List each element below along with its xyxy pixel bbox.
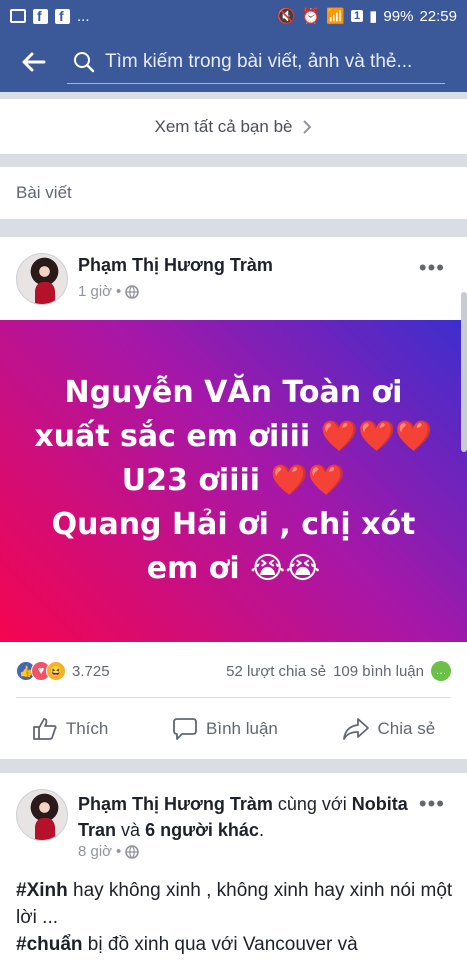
like-button[interactable]: Thích (32, 717, 109, 741)
post-stats: 👍 ♥ 😆 3.725 52 lượt chia sẻ 109 bình luậ… (0, 652, 467, 690)
more-notifications-icon: ... (77, 7, 90, 25)
post-author[interactable]: Phạm Thị Hương Tràm (78, 255, 273, 276)
search-icon (74, 51, 95, 72)
back-arrow-icon (22, 52, 45, 72)
haha-reaction-icon: 😆 (46, 661, 66, 681)
globe-icon (125, 844, 140, 859)
alarm-icon: ⏰ (301, 8, 321, 25)
facebook-notification-icon (33, 8, 48, 24)
comment-bubble-icon: … (431, 661, 451, 681)
post-body-line1: hay không xinh , không xinh hay xinh nói… (16, 880, 453, 928)
with-text: cùng với (277, 794, 347, 814)
comment-button[interactable]: Bình luận (172, 717, 278, 741)
post-meta: 8 giờ • (78, 843, 140, 860)
like-label: Thích (65, 719, 109, 738)
signal-icon: ▮ (369, 8, 378, 25)
post-time[interactable]: 1 giờ (78, 283, 112, 300)
post-meta: 1 giờ • (78, 283, 140, 300)
gallery-icon (10, 9, 26, 23)
more-dots-icon[interactable]: ••• (419, 793, 445, 815)
meta-separator: • (116, 843, 122, 860)
divider (16, 697, 451, 698)
facebook-notification-icon (55, 8, 70, 24)
and-text: và (121, 820, 141, 840)
clock: 22:59 (419, 7, 457, 25)
post-body-line2: bị đồ xinh qua với Vancouver và (82, 934, 358, 955)
back-button[interactable] (0, 32, 67, 92)
status-bar: ... 🔇 ⏰ 📶 1 ▮ 99% 22:59 (0, 0, 467, 32)
comment-label: Bình luận (206, 719, 278, 738)
post-time[interactable]: 8 giờ (78, 843, 112, 860)
post-author[interactable]: Phạm Thị Hương Tràm (78, 794, 273, 814)
mute-icon: 🔇 (276, 8, 296, 25)
scrollbar[interactable] (461, 292, 467, 452)
post-header-text: Phạm Thị Hương Tràm cùng với Nobita Tran… (78, 791, 418, 843)
more-dots-icon[interactable]: ••• (419, 257, 445, 279)
comment-icon (173, 718, 197, 740)
tagged-others[interactable]: 6 người khác (145, 820, 259, 840)
avatar[interactable] (16, 789, 68, 841)
top-bar (0, 32, 467, 92)
share-icon (342, 718, 369, 740)
post-text: Nguyễn VĂn Toàn ơi xuất sắc em ơiiii ❤️❤… (34, 375, 433, 586)
sim-badge: 1 (351, 10, 364, 22)
post-card: Phạm Thị Hương Tràm 1 giờ • ••• Nguyễn V… (0, 237, 467, 759)
post-card: Phạm Thị Hương Tràm cùng với Nobita Tran… (0, 773, 467, 960)
post-body: #Xinh hay không xinh , không xinh hay xi… (16, 877, 456, 958)
meta-separator: • (116, 283, 122, 300)
shares-count[interactable]: 52 lượt chia sẻ (226, 663, 326, 680)
hashtag-chuan[interactable]: #chuẩn (16, 934, 83, 955)
post-text-banner: Nguyễn VĂn Toàn ơi xuất sắc em ơiiii ❤️❤… (0, 320, 467, 642)
post-actions: Thích Bình luận Chia sẻ (0, 705, 467, 753)
share-button[interactable]: Chia sẻ (342, 717, 436, 741)
posts-section-title: Bài viết (16, 183, 72, 202)
avatar[interactable] (16, 253, 68, 305)
see-all-friends-link[interactable]: Xem tất cả bạn bè (0, 99, 467, 154)
search-input[interactable] (105, 50, 445, 73)
like-icon (32, 718, 57, 740)
reactions-count[interactable]: 3.725 (72, 663, 110, 680)
battery-level: 99% (383, 7, 414, 25)
posts-section-header: Bài viết (0, 167, 467, 219)
wifi-icon: 📶 (326, 8, 346, 25)
comments-count[interactable]: 109 bình luận (333, 663, 424, 680)
search-bar[interactable] (67, 40, 445, 84)
share-label: Chia sẻ (377, 719, 436, 738)
globe-icon (125, 284, 140, 299)
hashtag-xinh[interactable]: #Xinh (16, 880, 68, 901)
chevron-right-icon (303, 119, 312, 134)
see-all-friends-label: Xem tất cả bạn bè (154, 116, 293, 136)
period: . (258, 820, 264, 840)
